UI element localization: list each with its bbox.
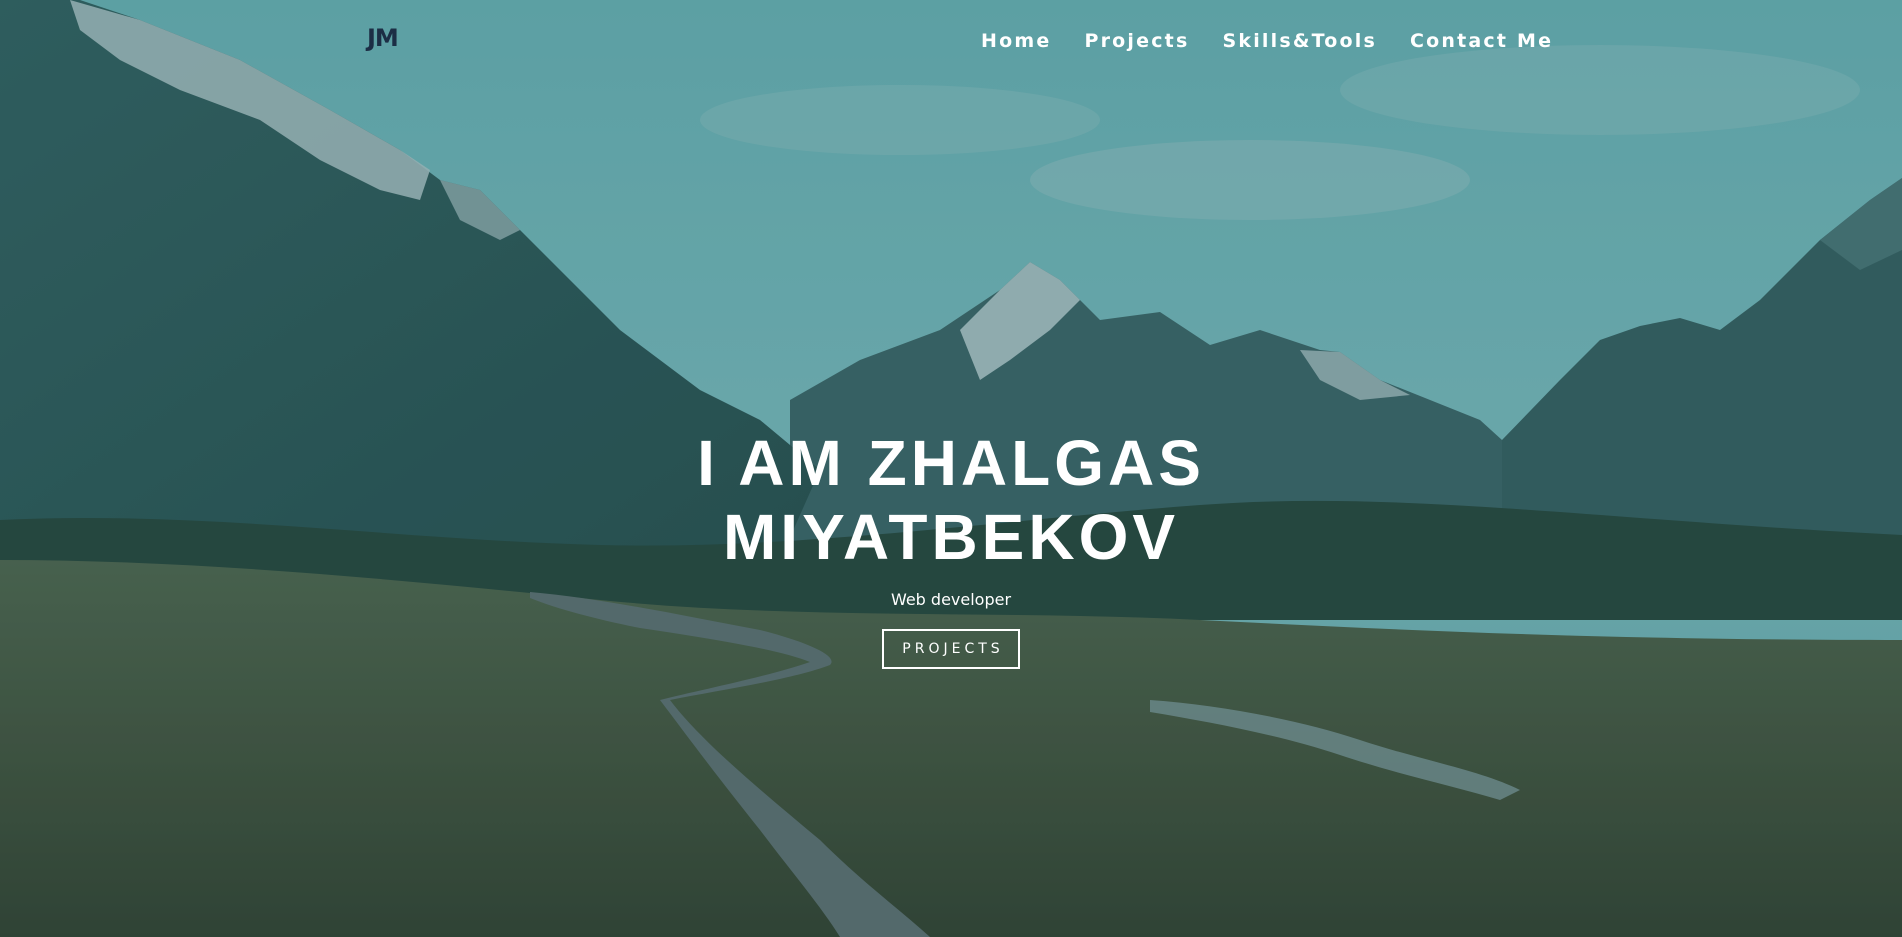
projects-button[interactable]: PROJECTS (882, 629, 1020, 669)
hero-subtitle: Web developer (890, 590, 1012, 609)
site-logo[interactable]: JM (367, 24, 399, 52)
navbar: JM Home Projects Skills&Tools Contact Me (0, 0, 1902, 86)
hero-content: I AM ZHALGAS MIYATBEKOV Web developer PR… (0, 426, 1902, 669)
nav-link-skills-tools[interactable]: Skills&Tools (1222, 30, 1377, 52)
nav-link-projects[interactable]: Projects (1084, 30, 1189, 52)
nav-links: Home Projects Skills&Tools Contact Me (981, 30, 1553, 52)
hero-title-line2: MIYATBEKOV (722, 501, 1180, 573)
nav-link-contact-me[interactable]: Contact Me (1410, 30, 1553, 52)
hero-title: I AM ZHALGAS MIYATBEKOV (601, 426, 1301, 574)
hero-section: JM Home Projects Skills&Tools Contact Me… (0, 0, 1902, 937)
hero-title-line1: I AM ZHALGAS (697, 427, 1205, 499)
nav-link-home[interactable]: Home (981, 30, 1051, 52)
